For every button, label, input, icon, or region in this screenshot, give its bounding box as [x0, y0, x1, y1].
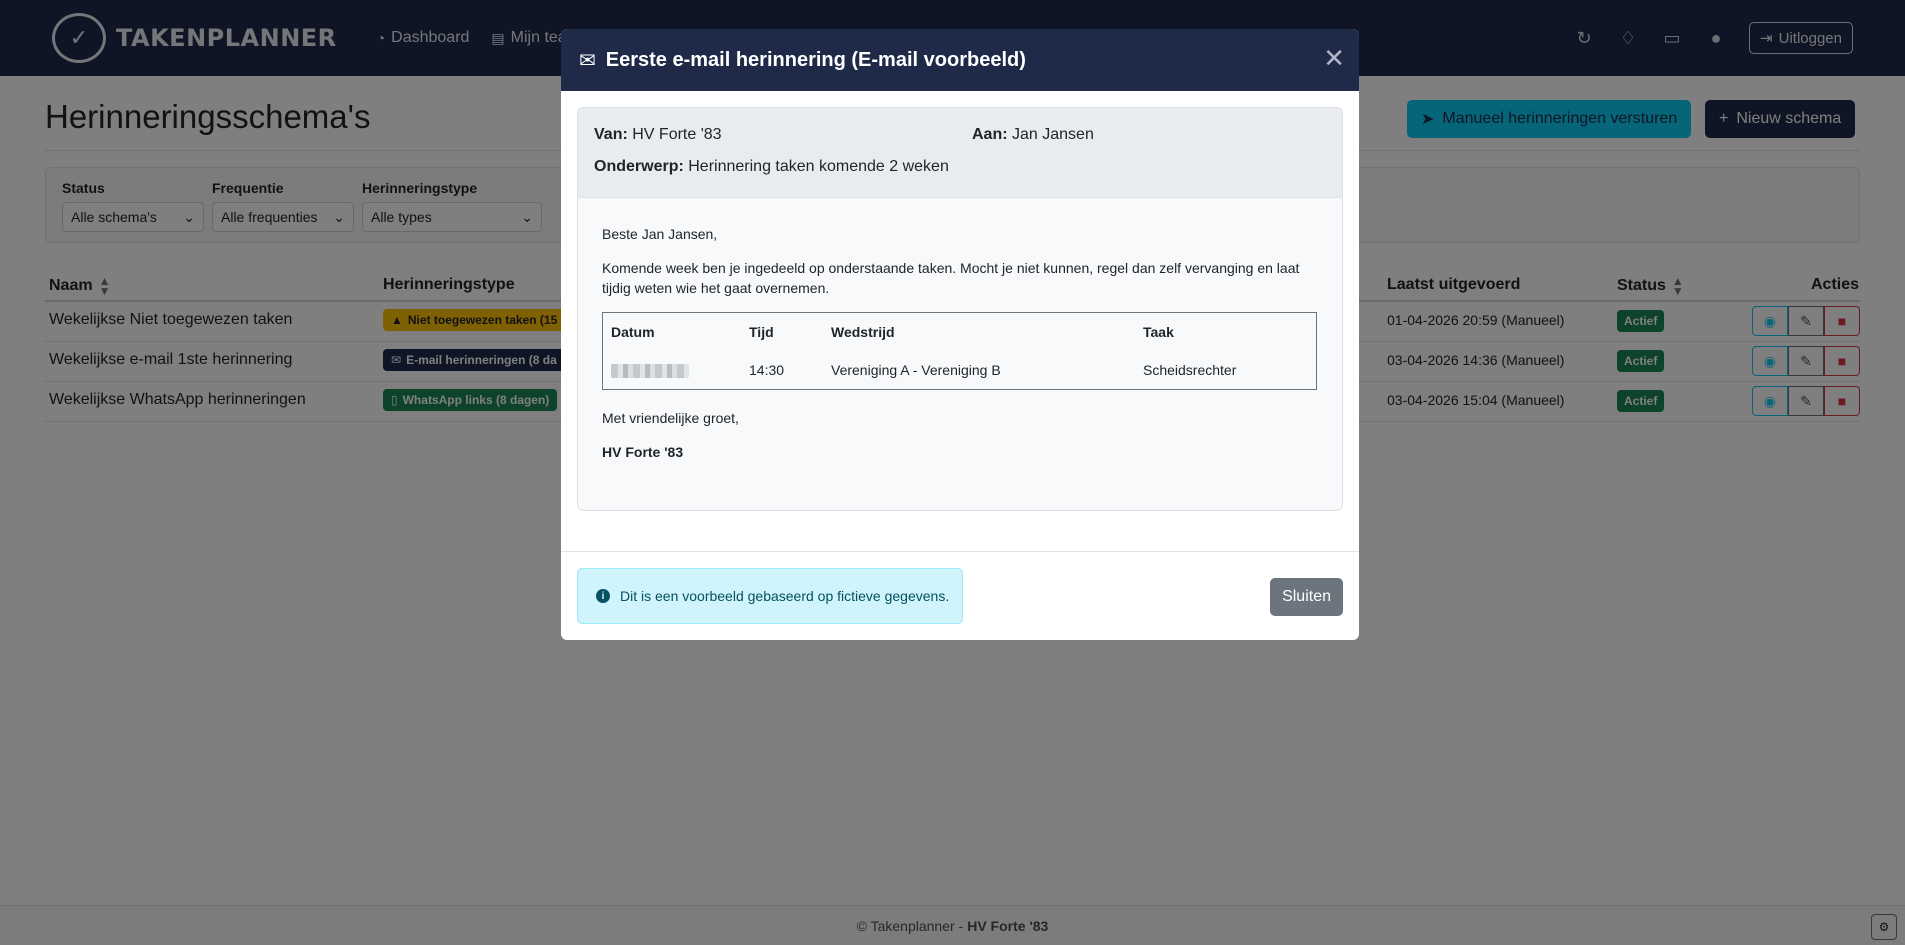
task-header-task: Taak: [1143, 324, 1174, 340]
task-table: Datum Tijd Wedstrijd Taak 14:30 Verenigi…: [602, 312, 1317, 390]
modal-title-text: Eerste e-mail herinnering (E-mail voorbe…: [605, 48, 1026, 71]
email-intro: Komende week ben je ingedeeld op onderst…: [602, 260, 1300, 296]
task-table-row: 14:30 Vereniging A - Vereniging B Scheid…: [603, 351, 1316, 389]
modal-title: ✉ Eerste e-mail herinnering (E-mail voor…: [579, 48, 1026, 73]
to-value: Jan Jansen: [1012, 126, 1094, 143]
subject-value: Herinnering taken komende 2 weken: [688, 158, 949, 175]
email-to: Aan: Jan Jansen: [972, 126, 1094, 144]
modal-footer: i Dit is een voorbeeld gebaseerd op fict…: [561, 551, 1359, 640]
email-greeting: Beste Jan Jansen,: [602, 226, 718, 242]
to-label: Aan:: [972, 126, 1008, 143]
info-text: Dit is een voorbeeld gebaseerd op fictie…: [620, 588, 950, 604]
task-header-time: Tijd: [749, 324, 774, 340]
subject-label: Onderwerp:: [594, 158, 684, 175]
modal-header: ✉ Eerste e-mail herinnering (E-mail voor…: [561, 29, 1359, 91]
email-from: Van: HV Forte '83: [594, 126, 722, 144]
task-role: Scheidsrechter: [1143, 362, 1237, 378]
task-header-match: Wedstrijd: [831, 324, 895, 340]
task-header-date: Datum: [611, 324, 655, 340]
task-match: Vereniging A - Vereniging B: [831, 362, 1001, 378]
email-meta: Van: HV Forte '83 Aan: Jan Jansen Onderw…: [578, 108, 1342, 198]
envelope-icon: ✉: [579, 49, 596, 72]
from-value: HV Forte '83: [632, 126, 722, 143]
info-icon: i: [596, 589, 610, 603]
blurred-date: [611, 364, 689, 379]
email-signature: HV Forte '83: [602, 444, 684, 460]
close-icon[interactable]: ✕: [1323, 45, 1345, 71]
email-body: Beste Jan Jansen, Komende week ben je in…: [578, 198, 1342, 462]
email-preview: Van: HV Forte '83 Aan: Jan Jansen Onderw…: [577, 107, 1343, 511]
from-label: Van:: [594, 126, 628, 143]
close-button[interactable]: Sluiten: [1270, 578, 1343, 616]
task-time: 14:30: [749, 362, 785, 378]
email-closing: Met vriendelijke groet,: [602, 410, 739, 426]
task-table-header: Datum Tijd Wedstrijd Taak: [603, 313, 1316, 351]
email-preview-modal: ✉ Eerste e-mail herinnering (E-mail voor…: [561, 29, 1359, 640]
info-alert: i Dit is een voorbeeld gebaseerd op fict…: [577, 568, 963, 624]
email-subject: Onderwerp: Herinnering taken komende 2 w…: [594, 158, 949, 176]
task-date: [603, 360, 749, 380]
